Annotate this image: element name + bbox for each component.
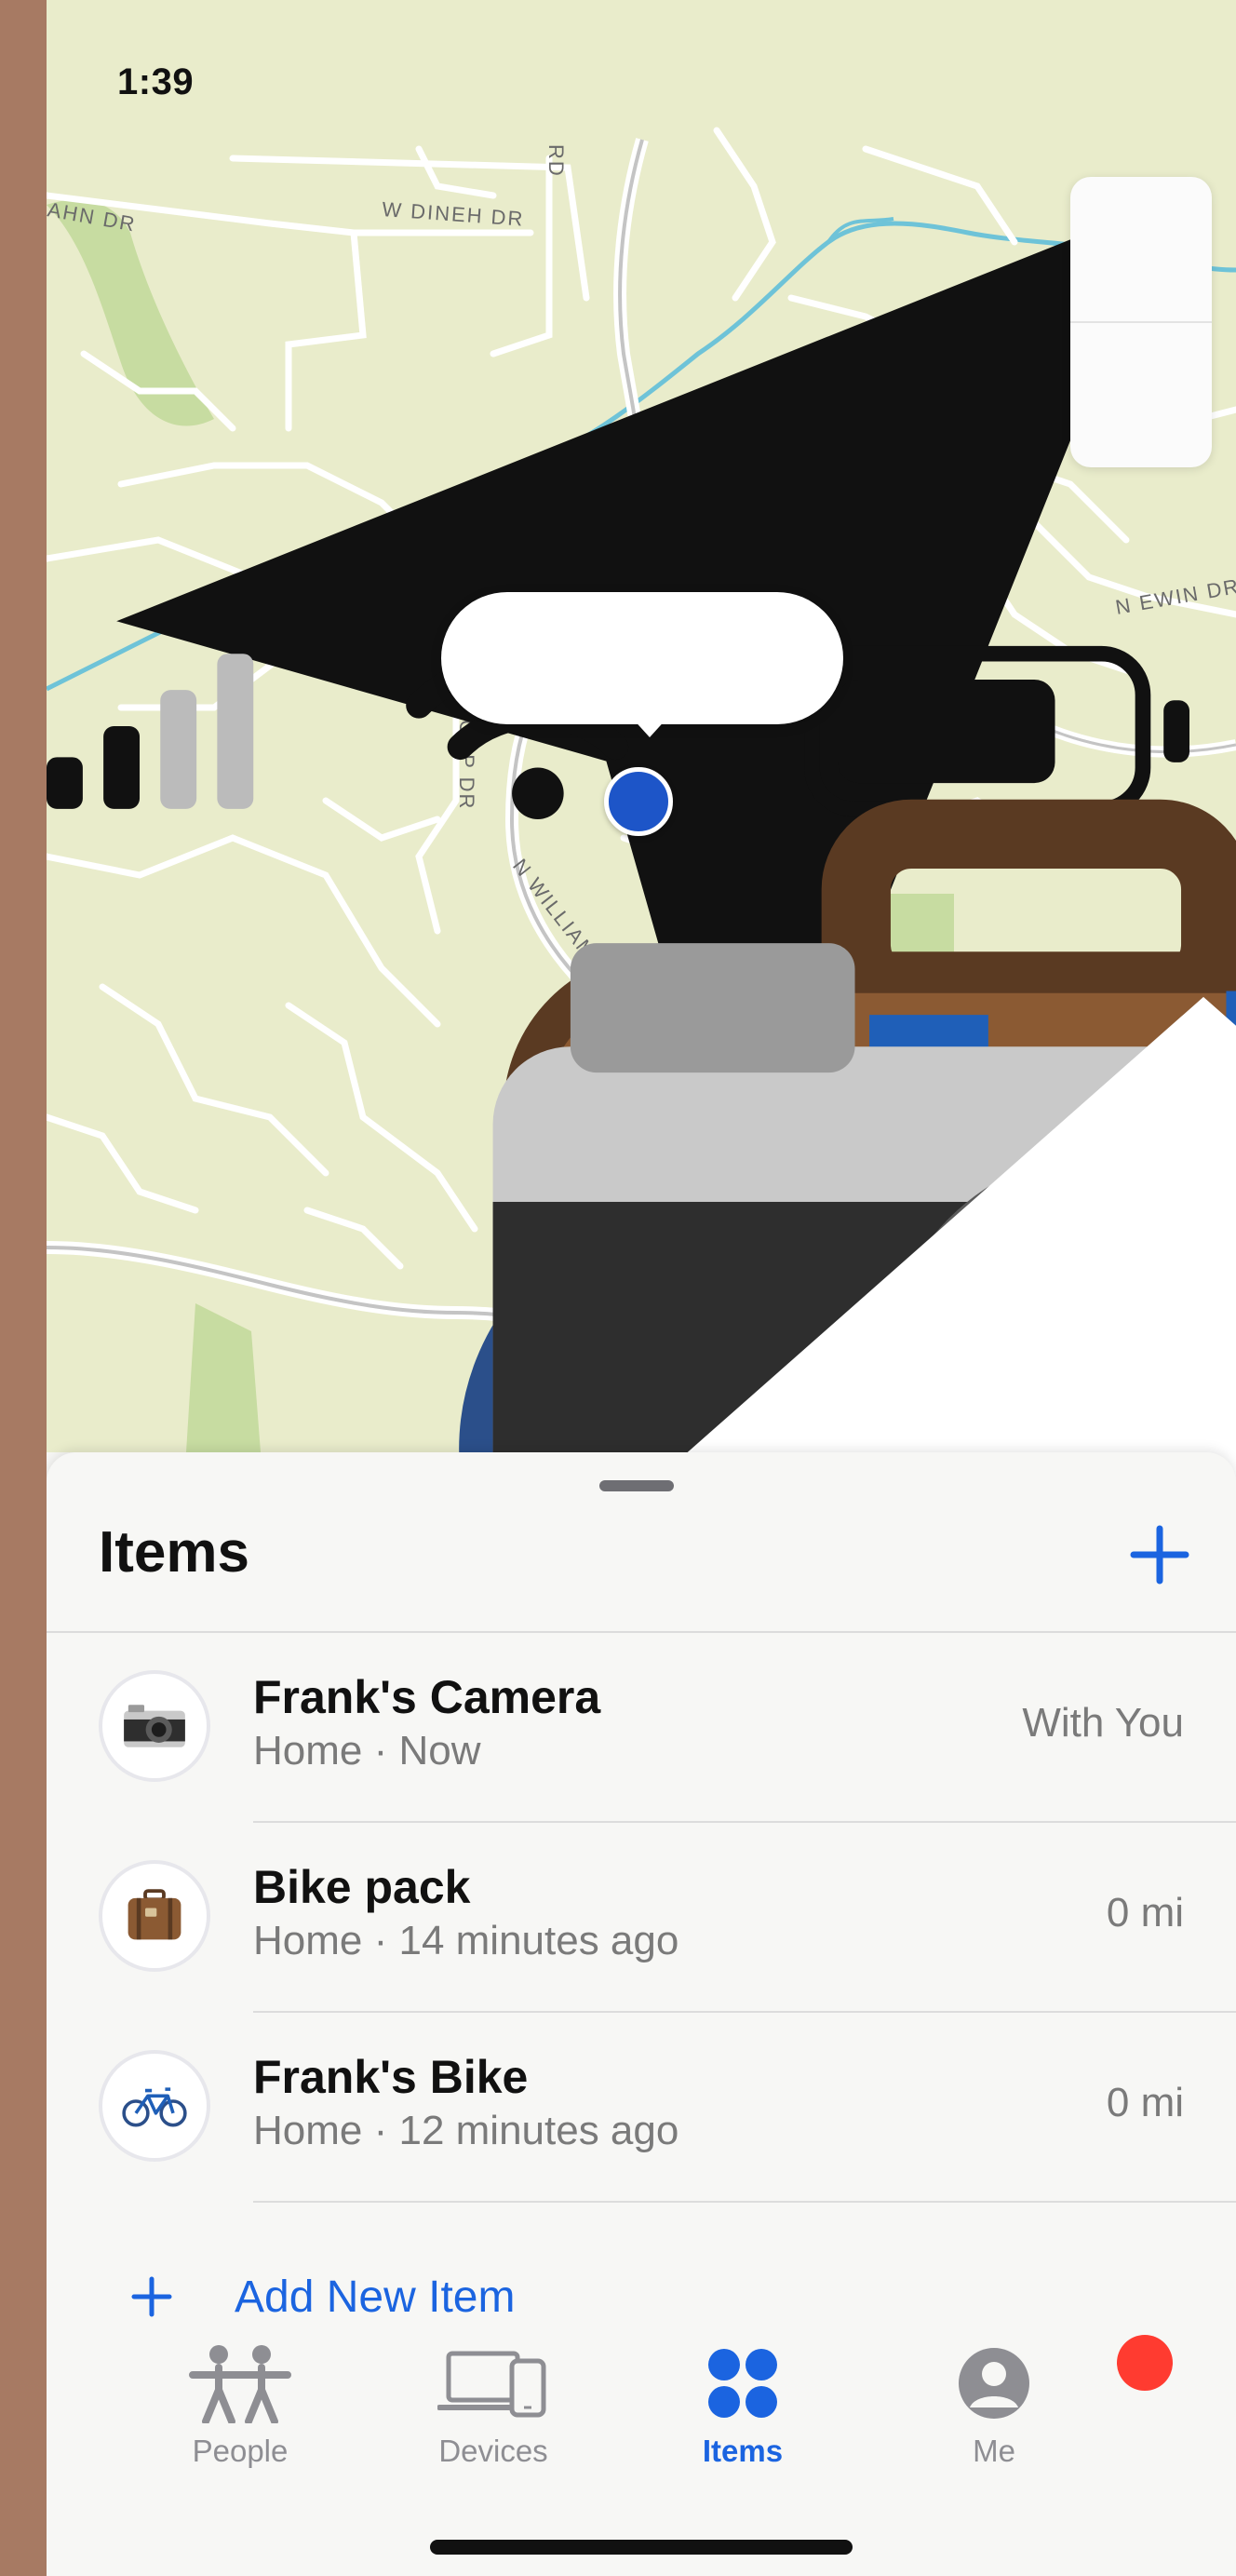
- home-indicator: [430, 2540, 853, 2555]
- item-subtitle: Home · Now: [253, 1728, 481, 1774]
- add-new-item-label: Add New Item: [235, 2272, 516, 2322]
- status-bar: 1:39: [47, 0, 1236, 1251]
- add-new-item-button[interactable]: Add New Item: [128, 2264, 515, 2329]
- item-name: Frank's Bike: [253, 2051, 529, 2103]
- tab-label: Me: [973, 2434, 1015, 2468]
- sheet-grabber[interactable]: [599, 1480, 674, 1491]
- item-avatar: [99, 2050, 210, 2162]
- map-controls: [1070, 177, 1212, 467]
- camera-icon: [124, 1705, 185, 1747]
- people-icon: [189, 2345, 291, 2423]
- item-status: 0 mi: [1106, 2080, 1184, 2125]
- devices-icon: [437, 2351, 546, 2418]
- location-arrow-icon: [1070, 177, 1212, 467]
- header-divider: [47, 1631, 1236, 1633]
- map-view[interactable]: W DINEH DR AHN DR RD LE LOUP DR N WILLIA…: [47, 0, 1236, 2000]
- notification-badge: [1117, 2335, 1173, 2391]
- sheet-title: Items: [99, 1520, 249, 1585]
- cellular-signal-icon: [47, 654, 254, 809]
- plus-icon: [131, 2276, 172, 2317]
- callout-pointer: [631, 717, 668, 737]
- tab-label: Devices: [438, 2434, 548, 2468]
- item-row-bike-pack[interactable]: Bike pack Home · 14 minutes ago 0 mi: [47, 1825, 1236, 2015]
- bicycle-icon: [122, 2087, 187, 2127]
- item-subtitle: Home · 14 minutes ago: [253, 1918, 679, 1963]
- item-avatar: [99, 1670, 210, 1782]
- item-name: Bike pack: [253, 1861, 471, 1913]
- track-location-button[interactable]: [1070, 323, 1212, 467]
- item-status: 0 mi: [1106, 1890, 1184, 1935]
- item-row-franks-camera[interactable]: Frank's Camera Home · Now With You: [47, 1635, 1236, 1825]
- items-grid-icon: [708, 2349, 777, 2418]
- tab-label: Items: [702, 2434, 784, 2468]
- item-avatar: [99, 1860, 210, 1972]
- item-name: Frank's Camera: [253, 1671, 601, 1723]
- tab-label: People: [192, 2434, 289, 2468]
- suitcase-icon: [128, 1889, 181, 1940]
- tab-me[interactable]: Me: [901, 2337, 1087, 2469]
- home-location-pin[interactable]: [604, 767, 1236, 2000]
- row-divider: [253, 2011, 1236, 2013]
- person-circle-icon: [959, 2348, 1029, 2419]
- phone-screen: W DINEH DR AHN DR RD LE LOUP DR N WILLIA…: [47, 0, 1236, 2576]
- tab-people[interactable]: People: [147, 2337, 333, 2469]
- item-status: With You: [1022, 1700, 1184, 1746]
- row-divider: [253, 2201, 1236, 2203]
- tab-items[interactable]: Items: [650, 2337, 836, 2469]
- row-divider: [253, 1821, 1236, 1823]
- tab-devices[interactable]: Devices: [400, 2337, 586, 2469]
- items-callout[interactable]: [441, 592, 1236, 1796]
- add-item-plus-icon[interactable]: [1122, 1517, 1197, 1592]
- item-subtitle: Home · 12 minutes ago: [253, 2108, 679, 2153]
- item-row-franks-bike[interactable]: Frank's Bike Home · 12 minutes ago 0 mi: [47, 2015, 1236, 2205]
